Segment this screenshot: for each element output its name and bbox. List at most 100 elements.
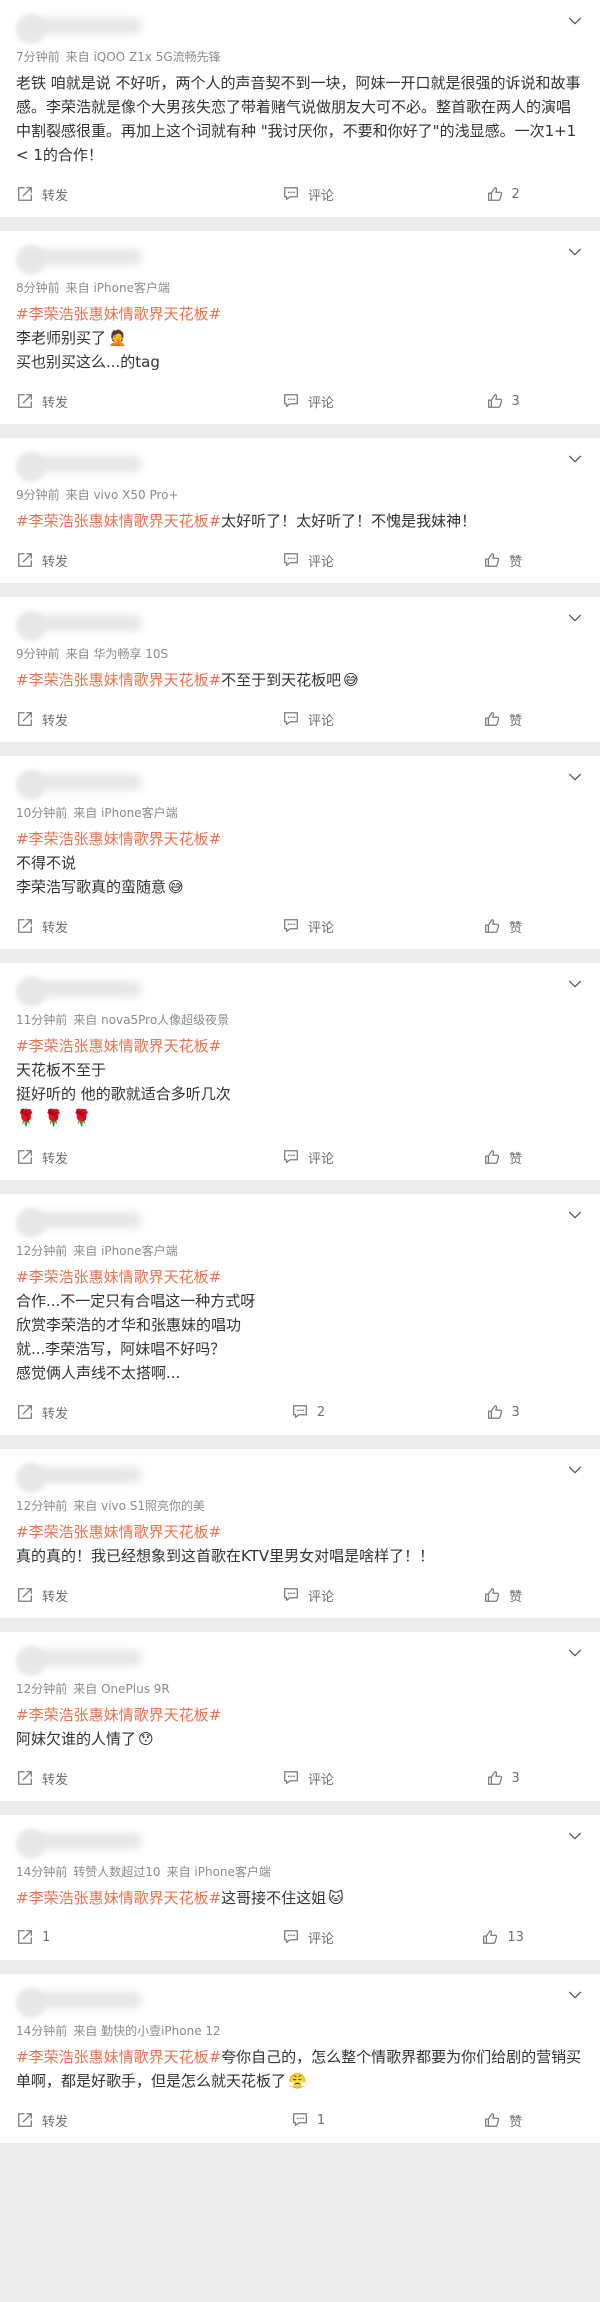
comment-body: #李荣浩张惠妹情歌界天花板#这哥接不住这姐 🐱 xyxy=(16,1886,584,1910)
topic-hashtag-link[interactable]: #李荣浩张惠妹情歌界天花板# xyxy=(16,1889,221,1907)
comment-header xyxy=(16,1984,584,2022)
comment-button[interactable]: 评论 xyxy=(211,1755,406,1801)
like-button[interactable]: 13 xyxy=(405,1914,600,1960)
like-button[interactable]: 3 xyxy=(405,1389,600,1435)
repost-label: 转发 xyxy=(42,713,69,729)
comment-line: #李荣浩张惠妹情歌界天花板#这哥接不住这姐 🐱 xyxy=(16,1886,584,1910)
topic-hashtag-link[interactable]: #李荣浩张惠妹情歌界天花板# xyxy=(16,2048,221,2066)
comment-line: 合作...不一定只有合唱这一种方式呀 xyxy=(16,1289,584,1313)
chevron-down-icon xyxy=(568,248,582,256)
username-blurred[interactable] xyxy=(22,981,142,997)
comment-header xyxy=(16,1204,584,1242)
topic-hashtag-link[interactable]: #李荣浩张惠妹情歌界天花板# xyxy=(16,671,221,689)
comment-text: 李老师别买了 xyxy=(16,329,107,347)
more-menu-button[interactable] xyxy=(566,12,584,30)
like-label: 赞 xyxy=(509,1151,523,1167)
more-menu-button[interactable] xyxy=(566,1986,584,2004)
repost-button[interactable]: 转发 xyxy=(0,1755,211,1801)
timestamp: 12分钟前 xyxy=(16,1682,68,1696)
repost-label: 转发 xyxy=(42,395,69,411)
more-menu-button[interactable] xyxy=(566,1644,584,1662)
repost-button[interactable]: 转发 xyxy=(0,2097,211,2143)
comment-card: 9分钟前 来自 vivo X50 Pro+ #李荣浩张惠妹情歌界天花板#太好听了！太… xyxy=(0,438,600,583)
repost-button[interactable]: 转发 xyxy=(0,171,211,217)
username-blurred[interactable] xyxy=(22,1992,142,2008)
like-button[interactable]: 赞 xyxy=(405,696,600,742)
comment-button[interactable]: 评论 xyxy=(211,1914,406,1960)
like-icon xyxy=(487,187,502,201)
comment-body: #李荣浩张惠妹情歌界天花板# 李老师别买了 🤦 买也别买这么...的tag xyxy=(16,302,584,374)
more-menu-button[interactable] xyxy=(566,1827,584,1845)
comment-line: #李荣浩张惠妹情歌界天花板# xyxy=(16,1703,584,1727)
username-blurred[interactable] xyxy=(22,1212,142,1228)
comment-header xyxy=(16,973,584,1011)
comment-button[interactable]: 评论 xyxy=(211,171,406,217)
comment-header xyxy=(16,607,584,645)
more-menu-button[interactable] xyxy=(566,609,584,627)
username-blurred[interactable] xyxy=(22,456,142,472)
comment-line: 天花板不至于 xyxy=(16,1058,584,1082)
username-blurred[interactable] xyxy=(22,18,142,34)
action-bar: 转发 评论 3 xyxy=(0,378,600,424)
comment-text: 合作...不一定只有合唱这一种方式呀 xyxy=(16,1292,256,1310)
more-menu-button[interactable] xyxy=(566,975,584,993)
topic-hashtag-link[interactable]: #李荣浩张惠妹情歌界天花板# xyxy=(16,1706,221,1724)
timestamp: 14分钟前 xyxy=(16,2024,68,2038)
username-blurred[interactable] xyxy=(22,615,142,631)
comment-button[interactable]: 评论 xyxy=(211,696,406,742)
username-blurred[interactable] xyxy=(22,774,142,790)
action-bar: 1 评论 13 xyxy=(0,1914,600,1960)
username-blurred[interactable] xyxy=(22,249,142,265)
repost-button[interactable]: 转发 xyxy=(0,696,211,742)
repost-button[interactable]: 转发 xyxy=(0,378,211,424)
more-menu-button[interactable] xyxy=(566,450,584,468)
repost-button[interactable]: 1 xyxy=(0,1914,211,1960)
like-button[interactable]: 赞 xyxy=(405,1572,600,1618)
topic-hashtag-link[interactable]: #李荣浩张惠妹情歌界天花板# xyxy=(16,305,221,323)
comment-header xyxy=(16,1825,584,1863)
more-menu-button[interactable] xyxy=(566,1206,584,1224)
comment-button[interactable]: 评论 xyxy=(211,1134,406,1180)
username-blurred[interactable] xyxy=(22,1650,142,1666)
like-button[interactable]: 赞 xyxy=(405,1134,600,1180)
like-button[interactable]: 2 xyxy=(405,171,600,217)
comment-button[interactable]: 评论 xyxy=(211,903,406,949)
topic-hashtag-link[interactable]: #李荣浩张惠妹情歌界天花板# xyxy=(16,830,221,848)
topic-hashtag-link[interactable]: #李荣浩张惠妹情歌界天花板# xyxy=(16,1268,221,1286)
like-button[interactable]: 赞 xyxy=(405,537,600,583)
repost-button[interactable]: 转发 xyxy=(0,1134,211,1180)
comment-button[interactable]: 评论 xyxy=(211,537,406,583)
more-menu-button[interactable] xyxy=(566,1461,584,1479)
like-button[interactable]: 3 xyxy=(405,1755,600,1801)
repost-button[interactable]: 转发 xyxy=(0,1572,211,1618)
topic-hashtag-link[interactable]: #李荣浩张惠妹情歌界天花板# xyxy=(16,1037,221,1055)
username-blurred[interactable] xyxy=(22,1467,142,1483)
comment-meta: 12分钟前 来自 OnePlus 9R xyxy=(16,1680,584,1697)
comment-button[interactable]: 2 xyxy=(211,1389,406,1435)
repost-button[interactable]: 转发 xyxy=(0,1389,211,1435)
topic-hashtag-link[interactable]: #李荣浩张惠妹情歌界天花板# xyxy=(16,512,221,530)
repost-button[interactable]: 转发 xyxy=(0,537,211,583)
repost-icon xyxy=(18,2113,32,2127)
username-blurred[interactable] xyxy=(22,1833,142,1849)
comment-body: 老铁 咱就是说 不好听，两个人的声音契不到一块，阿妹一开口就是很强的诉说和故事感… xyxy=(16,71,584,167)
like-button[interactable]: 赞 xyxy=(405,2097,600,2143)
topic-hashtag-link[interactable]: #李荣浩张惠妹情歌界天花板# xyxy=(16,1523,221,1541)
comment-button[interactable]: 1 xyxy=(211,2097,406,2143)
comment-button[interactable]: 评论 xyxy=(211,1572,406,1618)
comment-button[interactable]: 评论 xyxy=(211,378,406,424)
like-button[interactable]: 3 xyxy=(405,378,600,424)
action-bar: 转发 评论 赞 xyxy=(0,1572,600,1618)
comment-card: 11分钟前 来自 nova5Pro人像超级夜景 #李荣浩张惠妹情歌界天花板# 天花板不… xyxy=(0,963,600,1180)
like-button[interactable]: 赞 xyxy=(405,903,600,949)
like-icon xyxy=(485,2113,500,2127)
source-info: 来自 华为畅享 10S xyxy=(65,647,169,661)
timestamp: 12分钟前 xyxy=(16,1499,68,1513)
repost-button[interactable]: 转发 xyxy=(0,903,211,949)
chevron-down-icon xyxy=(568,17,582,25)
comment-text: 老铁 咱就是说 不好听，两个人的声音契不到一块，阿妹一开口就是很强的诉说和故事感… xyxy=(16,74,581,164)
more-menu-button[interactable] xyxy=(566,243,584,261)
comment-card: 12分钟前 来自 OnePlus 9R #李荣浩张惠妹情歌界天花板# 阿妹欠谁的人情了… xyxy=(0,1632,600,1801)
like-label: 赞 xyxy=(509,554,523,570)
more-menu-button[interactable] xyxy=(566,768,584,786)
